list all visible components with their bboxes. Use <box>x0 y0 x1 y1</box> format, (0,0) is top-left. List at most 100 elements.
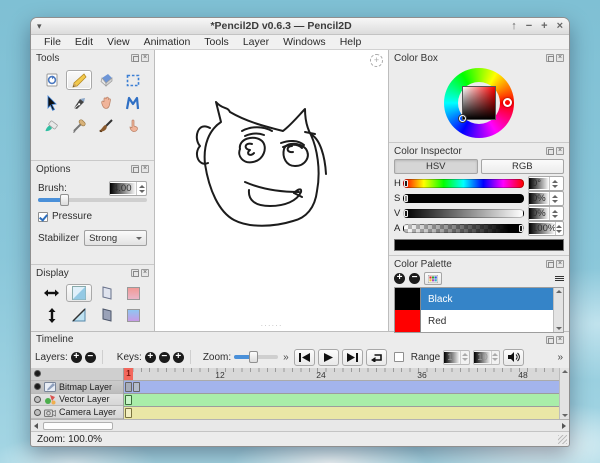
swatch-mode-button[interactable] <box>424 272 442 285</box>
canvas-splitter-grip[interactable]: ······ <box>261 321 283 330</box>
timeline-float-button[interactable] <box>546 336 554 344</box>
menu-tools[interactable]: Tools <box>197 36 236 48</box>
onion-next-button[interactable] <box>94 306 119 324</box>
scroll-up-icon[interactable] <box>556 290 562 293</box>
vector-track[interactable] <box>124 394 559 407</box>
resize-grip[interactable] <box>558 435 567 444</box>
spin-up-icon[interactable] <box>552 180 558 183</box>
brush-tool-button[interactable] <box>94 116 119 136</box>
scroll-down-icon[interactable] <box>562 414 568 417</box>
keyframe-cell[interactable] <box>133 382 140 392</box>
menu-edit[interactable]: Edit <box>68 36 100 48</box>
brush-size-spinbox[interactable]: 4.00 <box>109 181 147 196</box>
visibility-header-icon[interactable] <box>34 370 41 377</box>
stabilizer-dropdown[interactable]: Strong <box>84 230 147 246</box>
visibility-dot[interactable] <box>34 409 41 416</box>
spin-down-icon[interactable] <box>556 230 562 233</box>
prev-frame-button[interactable] <box>294 349 315 366</box>
spin-down-icon[interactable] <box>552 200 558 203</box>
color-box-close-button[interactable]: × <box>556 54 564 62</box>
move-tool-button[interactable] <box>39 93 64 113</box>
options-close-button[interactable]: × <box>141 165 149 173</box>
spin-down-icon[interactable] <box>552 185 558 188</box>
timeline-tracks[interactable]: 1 12 24 36 48 <box>123 368 559 419</box>
palette-row-black[interactable]: Black <box>395 288 553 310</box>
sound-button[interactable] <box>503 349 524 366</box>
smudge-tool-button[interactable] <box>39 116 64 136</box>
scrollbar-thumb[interactable] <box>43 422 113 430</box>
play-button[interactable] <box>318 349 339 366</box>
camera-overlay-button[interactable]: + <box>370 54 383 67</box>
keyframe-cell[interactable] <box>125 395 132 405</box>
eyedropper-tool-button[interactable] <box>66 116 91 136</box>
timeline-close-button[interactable]: × <box>556 336 564 344</box>
red-swatch[interactable] <box>395 310 421 332</box>
toolbar-overflow-icon[interactable]: » <box>281 352 291 363</box>
onion-skin-button[interactable] <box>66 284 91 302</box>
timeline-vertical-scrollbar[interactable] <box>559 368 569 419</box>
add-key-button[interactable]: + <box>145 352 156 363</box>
window-menu-icon[interactable]: ▾ <box>37 21 51 32</box>
hue-spinbox[interactable]: 0° <box>528 176 564 191</box>
spin-down-icon[interactable] <box>552 215 558 218</box>
keyframe-cell[interactable] <box>125 382 132 392</box>
hand-tool-button[interactable] <box>94 93 119 113</box>
spin-up-icon[interactable] <box>556 225 562 228</box>
color-palette-float-button[interactable] <box>546 260 554 268</box>
remove-layer-button[interactable]: − <box>85 352 96 363</box>
tools-close-button[interactable]: × <box>141 54 149 62</box>
clear-tool-button[interactable] <box>39 70 64 90</box>
polyline-tool-button[interactable] <box>121 93 146 113</box>
visibility-dot[interactable] <box>34 383 41 390</box>
tools-float-button[interactable] <box>131 54 139 62</box>
menu-file[interactable]: File <box>37 36 68 48</box>
color-inspector-close-button[interactable]: × <box>556 147 564 155</box>
color-palette-close-button[interactable]: × <box>556 260 564 268</box>
scroll-down-icon[interactable] <box>556 327 562 330</box>
remove-key-button[interactable]: − <box>159 352 170 363</box>
drawing-canvas[interactable]: + ······ <box>155 50 388 331</box>
spin-up-icon[interactable] <box>139 185 145 188</box>
remove-color-button[interactable]: − <box>409 273 420 284</box>
hue-slider[interactable] <box>403 179 524 188</box>
color-inspector-float-button[interactable] <box>546 147 554 155</box>
finger-tool-button[interactable] <box>121 116 146 136</box>
minimize-button[interactable]: − <box>526 19 532 34</box>
onion-blue-button[interactable] <box>121 306 146 324</box>
onion-red-button[interactable] <box>121 284 146 302</box>
display-float-button[interactable] <box>131 269 139 277</box>
pen-tool-button[interactable] <box>66 93 91 113</box>
layer-row-bitmap[interactable]: Bitmap Layer <box>31 381 123 394</box>
pencil-tool-button[interactable] <box>66 70 91 90</box>
value-spinbox[interactable]: 0% <box>528 206 564 221</box>
spin-up-icon[interactable] <box>552 195 558 198</box>
add-layer-button[interactable]: + <box>71 352 82 363</box>
alpha-slider[interactable] <box>403 224 524 233</box>
saturation-spinbox[interactable]: 0% <box>528 191 564 206</box>
current-frame-marker[interactable]: 1 <box>124 368 133 380</box>
frame-ruler[interactable]: 1 12 24 36 48 <box>124 368 559 381</box>
saturation-value-square[interactable] <box>462 86 496 120</box>
menu-animation[interactable]: Animation <box>137 36 198 48</box>
display-close-button[interactable]: × <box>141 269 149 277</box>
onion-outline-button[interactable] <box>66 306 91 324</box>
range-checkbox[interactable] <box>394 352 404 362</box>
timeline-zoom-slider[interactable] <box>234 355 278 359</box>
palette-scrollbar[interactable] <box>553 288 563 332</box>
duplicate-key-button[interactable]: + <box>173 352 184 363</box>
add-color-button[interactable]: + <box>394 273 405 284</box>
scroll-right-icon[interactable] <box>562 423 566 429</box>
tab-rgb[interactable]: RGB <box>481 159 565 174</box>
hue-marker[interactable] <box>503 98 512 107</box>
pressure-checkbox[interactable] <box>38 212 48 222</box>
eraser-tool-button[interactable] <box>94 70 119 90</box>
keyframe-cell[interactable] <box>125 408 132 418</box>
mirror-horizontal-button[interactable] <box>39 284 64 302</box>
tab-hsv[interactable]: HSV <box>394 159 478 174</box>
layer-row-vector[interactable]: Vector Layer <box>31 394 123 407</box>
black-swatch[interactable] <box>395 288 421 310</box>
camera-track[interactable] <box>124 407 559 419</box>
list-mode-button[interactable] <box>555 276 564 281</box>
options-float-button[interactable] <box>131 165 139 173</box>
scroll-up-icon[interactable] <box>562 370 568 373</box>
